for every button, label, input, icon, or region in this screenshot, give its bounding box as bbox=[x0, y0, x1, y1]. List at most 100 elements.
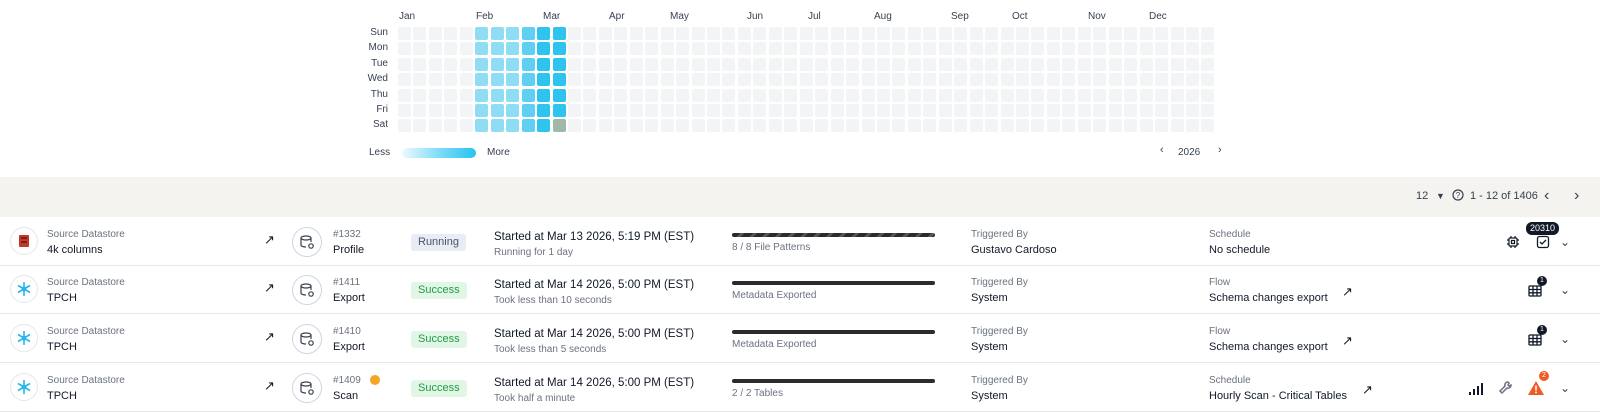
heatmap-cell[interactable] bbox=[459, 104, 473, 117]
prev-year-chevron-icon[interactable]: ‹ bbox=[1160, 144, 1164, 156]
heatmap-cell[interactable] bbox=[1170, 104, 1184, 117]
heatmap-cell[interactable] bbox=[1031, 27, 1045, 40]
heatmap-cell[interactable] bbox=[521, 42, 535, 56]
heatmap-cell[interactable] bbox=[784, 104, 798, 117]
heatmap-cell[interactable] bbox=[444, 27, 458, 40]
heatmap-cell[interactable] bbox=[614, 27, 628, 40]
heatmap-cell[interactable] bbox=[490, 57, 504, 71]
heatmap-cell[interactable] bbox=[506, 73, 520, 87]
heatmap-cell[interactable] bbox=[459, 73, 473, 87]
heatmap-cell[interactable] bbox=[598, 57, 612, 71]
heatmap-cell[interactable] bbox=[784, 88, 798, 102]
heatmap-cell[interactable] bbox=[552, 88, 566, 102]
heatmap-cell[interactable] bbox=[799, 27, 813, 40]
heatmap-cell[interactable] bbox=[954, 42, 968, 56]
heatmap-cell[interactable] bbox=[459, 27, 473, 40]
heatmap-cell[interactable] bbox=[1093, 27, 1107, 40]
heatmap-cell[interactable] bbox=[1185, 88, 1199, 102]
heatmap-cell[interactable] bbox=[923, 119, 937, 133]
heatmap-cell[interactable] bbox=[985, 104, 999, 117]
heatmap-cell[interactable] bbox=[1108, 104, 1122, 117]
heatmap-cell[interactable] bbox=[969, 88, 983, 102]
heatmap-cell[interactable] bbox=[614, 73, 628, 87]
heatmap-cell[interactable] bbox=[1124, 42, 1138, 56]
heatmap-cell[interactable] bbox=[1185, 104, 1199, 117]
prev-page-chevron-icon[interactable]: ‹ bbox=[1544, 187, 1549, 205]
heatmap-cell[interactable] bbox=[1000, 42, 1014, 56]
heatmap-cell[interactable] bbox=[1000, 57, 1014, 71]
heatmap-cell[interactable] bbox=[846, 73, 860, 87]
heatmap-cell[interactable] bbox=[645, 57, 659, 71]
heatmap-cell[interactable] bbox=[892, 73, 906, 87]
heatmap-cell[interactable] bbox=[815, 57, 829, 71]
heatmap-cell[interactable] bbox=[1031, 104, 1045, 117]
heatmap-cell[interactable] bbox=[1093, 88, 1107, 102]
heatmap-cell[interactable] bbox=[846, 57, 860, 71]
heatmap-cell[interactable] bbox=[598, 42, 612, 56]
heatmap-cell[interactable] bbox=[722, 57, 736, 71]
heatmap-cell[interactable] bbox=[660, 119, 674, 133]
heatmap-cell[interactable] bbox=[1170, 88, 1184, 102]
heatmap-cell[interactable] bbox=[1000, 73, 1014, 87]
heatmap-cell[interactable] bbox=[1108, 57, 1122, 71]
heatmap-cell[interactable] bbox=[876, 27, 890, 40]
heatmap-cell[interactable] bbox=[676, 104, 690, 117]
heatmap-cell[interactable] bbox=[830, 42, 844, 56]
heatmap-cell[interactable] bbox=[1185, 42, 1199, 56]
heatmap-cell[interactable] bbox=[985, 73, 999, 87]
heatmap-cell[interactable] bbox=[1139, 42, 1153, 56]
heatmap-cell[interactable] bbox=[1077, 57, 1091, 71]
heatmap-cell[interactable] bbox=[815, 27, 829, 40]
heatmap-cell[interactable] bbox=[413, 42, 427, 56]
heatmap-cell[interactable] bbox=[413, 119, 427, 133]
heatmap-cell[interactable] bbox=[846, 119, 860, 133]
heatmap-cell[interactable] bbox=[583, 57, 597, 71]
heatmap-cell[interactable] bbox=[1170, 73, 1184, 87]
heatmap-cell[interactable] bbox=[707, 73, 720, 87]
heatmap-cell[interactable] bbox=[614, 119, 628, 133]
heatmap-cell[interactable] bbox=[521, 88, 535, 102]
heatmap-cell[interactable] bbox=[1046, 73, 1060, 87]
heatmap-cell[interactable] bbox=[784, 27, 798, 40]
heatmap-cell[interactable] bbox=[598, 104, 612, 117]
heatmap-cell[interactable] bbox=[691, 88, 705, 102]
table-icon[interactable] bbox=[1528, 284, 1542, 303]
heatmap-cell[interactable] bbox=[537, 42, 551, 56]
heatmap-cell[interactable] bbox=[1124, 88, 1138, 102]
heatmap-cell[interactable] bbox=[737, 73, 751, 87]
heatmap-cell[interactable] bbox=[567, 104, 581, 117]
heatmap-cell[interactable] bbox=[459, 42, 473, 56]
heatmap-cell[interactable] bbox=[537, 104, 551, 117]
heatmap-cell[interactable] bbox=[567, 42, 581, 56]
heatmap-cell[interactable] bbox=[892, 88, 906, 102]
heatmap-cell[interactable] bbox=[1093, 119, 1107, 133]
heatmap-cell[interactable] bbox=[691, 104, 705, 117]
heatmap-cell[interactable] bbox=[413, 27, 427, 40]
heatmap-cell[interactable] bbox=[1155, 104, 1169, 117]
heatmap-cell[interactable] bbox=[475, 42, 489, 56]
warning-icon[interactable] bbox=[1528, 381, 1544, 400]
heatmap-cell[interactable] bbox=[815, 73, 829, 87]
heatmap-cell[interactable] bbox=[413, 73, 427, 87]
heatmap-cell[interactable] bbox=[1185, 73, 1199, 87]
heatmap-cell[interactable] bbox=[428, 27, 442, 40]
heatmap-cell[interactable] bbox=[676, 42, 690, 56]
heatmap-cell[interactable] bbox=[428, 88, 442, 102]
heatmap-cell[interactable] bbox=[938, 104, 952, 117]
heatmap-cell[interactable] bbox=[459, 57, 473, 71]
heatmap-cell[interactable] bbox=[398, 27, 411, 40]
heatmap-cell[interactable] bbox=[1062, 104, 1076, 117]
heatmap-cell[interactable] bbox=[444, 57, 458, 71]
heatmap-cell[interactable] bbox=[583, 88, 597, 102]
heatmap-cell[interactable] bbox=[1201, 42, 1215, 56]
heatmap-cell[interactable] bbox=[398, 88, 411, 102]
heatmap-cell[interactable] bbox=[846, 104, 860, 117]
heatmap-cell[interactable] bbox=[707, 119, 720, 133]
heatmap-cell[interactable] bbox=[583, 119, 597, 133]
heatmap-cell[interactable] bbox=[629, 104, 643, 117]
heatmap-cell[interactable] bbox=[768, 73, 782, 87]
heatmap-cell[interactable] bbox=[398, 119, 411, 133]
heatmap-cell[interactable] bbox=[1155, 88, 1169, 102]
heatmap-cell[interactable] bbox=[737, 88, 751, 102]
heatmap-cell[interactable] bbox=[614, 42, 628, 56]
